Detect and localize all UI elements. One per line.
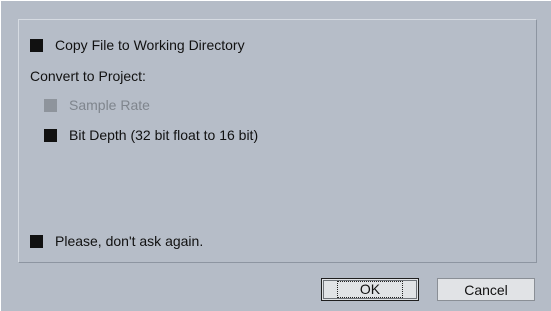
copy-file-checkbox[interactable]	[30, 38, 43, 52]
cancel-button-label: Cancel	[464, 281, 508, 298]
dont-ask-again-label: Please, don't ask again.	[55, 233, 204, 249]
bit-depth-checkbox[interactable]	[44, 128, 57, 142]
bit-depth-option[interactable]: Bit Depth (32 bit float to 16 bit)	[44, 127, 258, 143]
ok-button-label: OK	[336, 281, 404, 298]
options-panel: Copy File to Working Directory Convert t…	[18, 19, 537, 263]
sample-rate-label: Sample Rate	[69, 97, 150, 113]
convert-to-project-heading: Convert to Project:	[30, 68, 146, 84]
bit-depth-label: Bit Depth (32 bit float to 16 bit)	[69, 127, 259, 143]
import-options-dialog: Copy File to Working Directory Convert t…	[0, 0, 551, 311]
sample-rate-checkbox	[44, 98, 57, 112]
ok-button[interactable]: OK	[321, 278, 419, 301]
sample-rate-option: Sample Rate	[44, 97, 150, 113]
copy-file-option[interactable]: Copy File to Working Directory	[30, 37, 245, 53]
dont-ask-again-option[interactable]: Please, don't ask again.	[30, 233, 203, 249]
copy-file-label: Copy File to Working Directory	[55, 37, 245, 53]
cancel-button[interactable]: Cancel	[437, 278, 535, 301]
dont-ask-again-checkbox[interactable]	[30, 234, 43, 248]
